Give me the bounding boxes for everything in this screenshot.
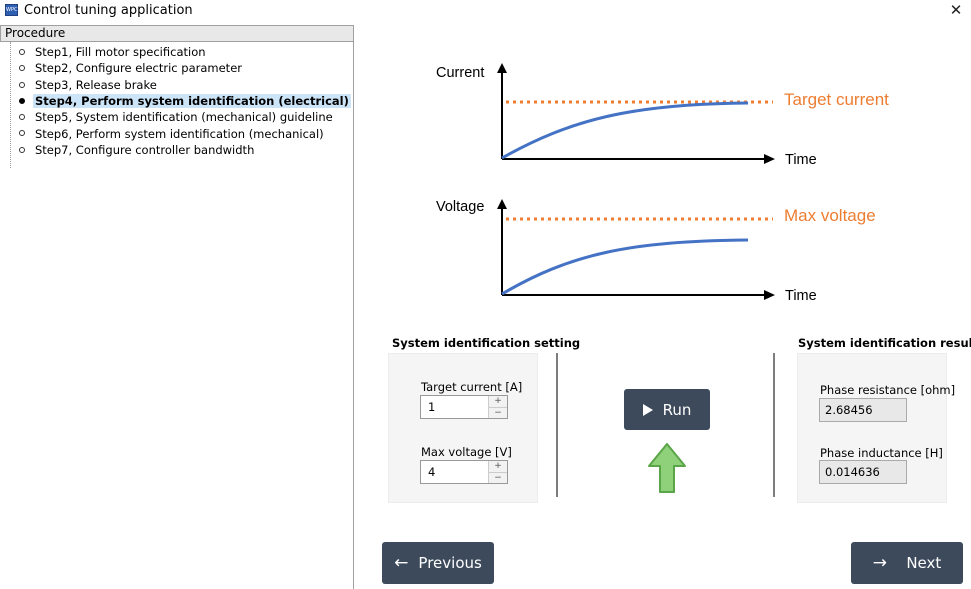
step-bullet-icon (19, 114, 25, 121)
voltage-plot: Voltage Time Max voltage (436, 199, 876, 304)
max-voltage-spinner: + − (488, 461, 507, 483)
step-label: Step4, Perform system identification (el… (33, 94, 351, 109)
identification-diagram: Current Time Target current Voltage Time… (436, 63, 889, 304)
current-x-arrow-icon (764, 154, 775, 164)
step-bullet-icon (19, 65, 25, 72)
voltage-time-label: Time (785, 288, 817, 304)
next-label: Next (906, 554, 942, 572)
window-title: Control tuning application (24, 3, 193, 18)
step-bullet-icon (19, 81, 25, 88)
phase-resistance-label: Phase resistance [ohm] (820, 383, 956, 397)
target-current-spinner: + − (488, 396, 507, 418)
right-divider (773, 353, 775, 497)
phase-inductance-label: Phase inductance [H] (820, 446, 943, 460)
target-current-label: Target current (784, 90, 889, 109)
increment-icon[interactable]: + (489, 461, 507, 473)
result-title: System identification result (798, 336, 971, 350)
max-voltage-field-label: Max voltage [V] (421, 445, 512, 459)
settings-title: System identification setting (392, 336, 581, 350)
current-response-curve (501, 101, 749, 160)
step-label: Step7, Configure controller bandwidth (35, 142, 255, 157)
max-voltage-label: Max voltage (784, 206, 876, 225)
procedure-step-1[interactable]: Step1, Fill motor specification (0, 44, 353, 60)
target-current-input[interactable]: 1 + − (420, 395, 508, 419)
step-bullet-icon (19, 49, 25, 55)
voltage-x-arrow-icon (764, 290, 775, 300)
run-button[interactable]: Run (624, 389, 710, 430)
previous-button[interactable]: ← Previous (382, 542, 494, 584)
step-label: Step1, Fill motor specification (35, 45, 206, 60)
increment-icon[interactable]: + (489, 396, 507, 408)
current-time-label: Time (785, 152, 817, 168)
target-current-value[interactable]: 1 (421, 396, 488, 418)
current-plot: Current Time Target current (436, 63, 889, 168)
step-label: Step3, Release brake (35, 77, 157, 92)
settings-panel: Target current [A] 1 + − Max voltage [V]… (388, 353, 538, 503)
max-voltage-value[interactable]: 4 (421, 461, 488, 483)
procedure-header: Procedure (0, 25, 353, 42)
step-bullet-icon (19, 130, 25, 137)
next-button[interactable]: → Next (851, 542, 963, 584)
voltage-y-arrow-icon (497, 199, 507, 209)
step-bullet-icon (19, 97, 25, 104)
previous-label: Previous (418, 554, 482, 572)
arrow-right-icon: → (872, 553, 887, 573)
run-label: Run (662, 400, 692, 419)
step-bullet-icon (19, 146, 25, 153)
arrow-left-icon: ← (394, 553, 409, 573)
decrement-icon[interactable]: − (489, 472, 507, 483)
step-label: Step5, System identification (mechanical… (35, 110, 333, 125)
phase-resistance-field: 2.68456 (819, 398, 907, 422)
close-icon[interactable]: ✕ (947, 1, 965, 19)
procedure-step-5[interactable]: Step5, System identification (mechanical… (0, 109, 353, 125)
app-icon: WPC (5, 4, 18, 16)
procedure-step-2[interactable]: Step2, Configure electric parameter (0, 60, 353, 76)
step-label: Step6, Perform system identification (me… (35, 126, 324, 141)
procedure-step-4[interactable]: Step4, Perform system identification (el… (0, 93, 353, 109)
procedure-step-7[interactable]: Step7, Configure controller bandwidth (0, 142, 353, 158)
step-label: Step2, Configure electric parameter (35, 61, 242, 76)
current-y-arrow-icon (497, 63, 507, 73)
procedure-tree: Step1, Fill motor specification Step2, C… (0, 42, 353, 168)
target-current-field-label: Target current [A] (421, 380, 523, 394)
procedure-step-3[interactable]: Step3, Release brake (0, 77, 353, 93)
max-voltage-input[interactable]: 4 + − (420, 460, 508, 484)
result-panel: Phase resistance [ohm] 2.68456 Phase ind… (797, 353, 955, 503)
voltage-response-curve (501, 238, 749, 296)
up-arrow-hint-icon (648, 443, 686, 493)
procedure-step-6[interactable]: Step6, Perform system identification (me… (0, 125, 353, 141)
phase-inductance-field: 0.014636 (819, 460, 907, 484)
title-bar: WPC Control tuning application ✕ (0, 0, 971, 22)
procedure-panel: Procedure Step1, Fill motor specificatio… (0, 25, 354, 589)
left-divider (556, 353, 558, 497)
play-icon (642, 403, 653, 416)
current-axis-label: Current (436, 65, 484, 81)
decrement-icon[interactable]: − (489, 407, 507, 418)
voltage-axis-label: Voltage (436, 199, 484, 215)
